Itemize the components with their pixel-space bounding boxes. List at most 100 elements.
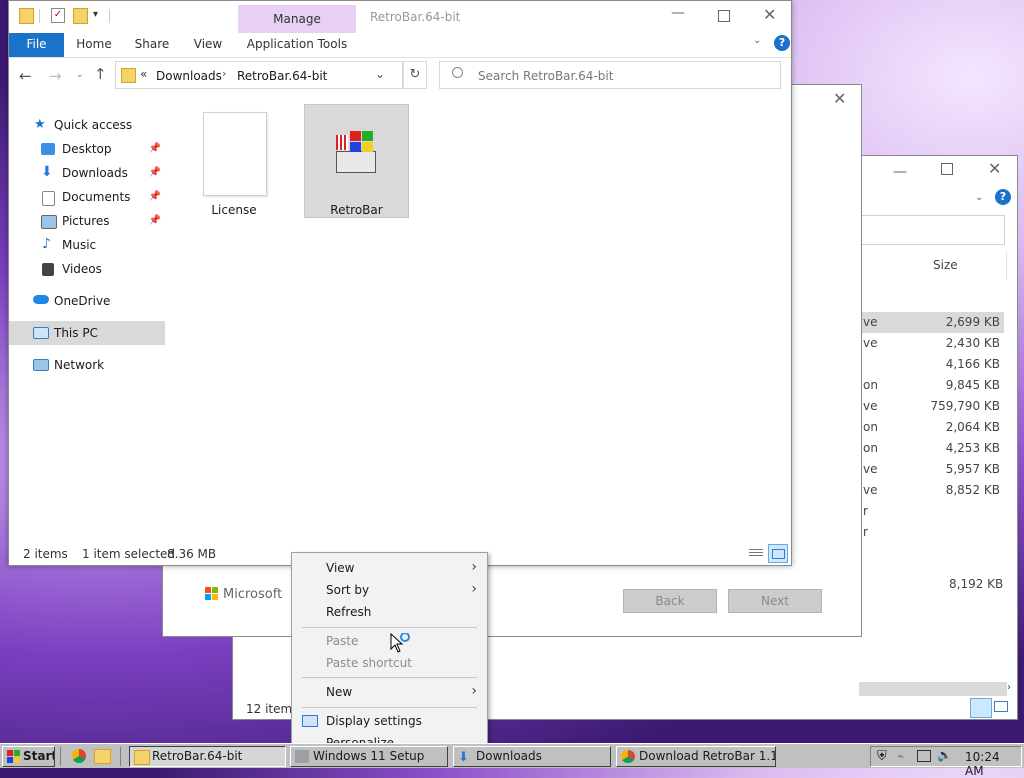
search-box[interactable]: Search RetroBar.64-bit [439,61,781,89]
refresh-icon[interactable]: ↻ [403,61,427,89]
tab-application-tools[interactable]: Application Tools [238,33,356,57]
table-row[interactable]: on 9,845 KB [859,375,1004,396]
nav-onedrive[interactable]: OneDrive [9,289,165,313]
tab-view[interactable]: View [185,33,231,57]
table-row[interactable]: ve 5,957 KB [859,459,1004,480]
minimize-icon[interactable]: — [893,164,907,180]
task-button-chrome[interactable]: Download RetroBar 1.14.1... [616,746,776,767]
task-button-downloads[interactable]: ⬇ Downloads [453,746,611,767]
setup-icon [295,750,309,763]
menu-item-refresh[interactable]: Refresh [292,601,487,623]
clock[interactable]: 10:24 AM [965,750,1021,778]
table-row[interactable]: ve 2,430 KB [859,333,1004,354]
new-folder-icon[interactable] [73,8,88,24]
divider [39,9,40,23]
close-icon[interactable]: ✕ [988,159,1001,178]
download-arrow-icon: ⬇ [41,164,53,180]
pin-icon[interactable]: 📌 [149,215,161,226]
nav-videos[interactable]: Videos [9,257,165,281]
file-size-cell: 8,852 KB [945,483,1000,497]
horizontal-scrollbar[interactable] [859,682,1007,696]
back-button[interactable]: Back [623,589,717,613]
menu-item-view[interactable]: View › [292,557,487,579]
table-row[interactable]: 4,166 KB [859,354,1004,375]
nav-label: OneDrive [54,294,111,308]
pin-icon[interactable]: 📌 [149,191,161,202]
retrobar-app-icon [336,131,378,175]
explorer-window[interactable]: ✓ ▾ Manage RetroBar.64-bit — ✕ File Home… [8,0,792,566]
nav-music[interactable]: ♪ Music [9,233,165,257]
table-row[interactable]: ve 2,699 KB [859,312,1004,333]
up-arrow-icon[interactable]: ↑ [94,65,107,83]
maximize-icon[interactable] [941,163,953,175]
breadcrumb-overflow[interactable]: « [140,67,147,81]
breadcrumb-current[interactable]: RetroBar.64-bit [237,69,327,83]
folder-icon[interactable] [94,749,111,764]
menu-label: Sort by [326,583,370,597]
file-item-retrobar[interactable]: RetroBar [304,104,409,218]
task-button-windows-setup[interactable]: Windows 11 Setup [290,746,448,767]
column-header-size[interactable]: Size [933,258,958,272]
task-button-retrobar[interactable]: RetroBar.64-bit [129,746,286,767]
search-box[interactable] [853,215,1005,245]
forward-arrow-icon[interactable]: → [49,67,62,85]
nav-quick-access[interactable]: ★ Quick access [9,113,165,137]
folder-icon [121,68,136,83]
tab-home[interactable]: Home [69,33,119,57]
minimize-icon[interactable]: — [671,5,685,21]
table-row[interactable]: on 4,253 KB [859,438,1004,459]
menu-item-new[interactable]: New › [292,681,487,703]
nav-documents[interactable]: Documents 📌 [9,185,165,209]
address-bar[interactable]: « Downloads › RetroBar.64-bit ⌄ [115,61,403,89]
system-tray: ⛨ ⌁ 🔈 10:24 AM [870,746,1022,778]
pin-icon[interactable]: 📌 [149,143,161,154]
scroll-right-icon[interactable]: › [1007,682,1011,693]
task-label: Downloads [476,749,542,763]
address-dropdown-icon[interactable]: ⌄ [375,67,385,81]
file-size-cell: 5,957 KB [945,462,1000,476]
nav-this-pc[interactable]: This PC [9,321,165,345]
breadcrumb-downloads[interactable]: Downloads [156,69,222,83]
help-icon[interactable]: ? [995,189,1011,205]
file-item-license[interactable]: License [189,104,279,218]
details-view-icon[interactable] [747,546,765,562]
file-type-cell: ve [863,315,878,329]
table-row[interactable]: on 2,064 KB [859,417,1004,438]
task-label: Download RetroBar 1.14.1... [639,749,775,763]
nav-pictures[interactable]: Pictures 📌 [9,209,165,233]
back-arrow-icon[interactable]: ← [19,67,32,85]
table-row[interactable]: ve 759,790 KB [859,396,1004,417]
start-button[interactable]: Start [2,746,55,767]
table-row[interactable]: ve 8,852 KB [859,480,1004,501]
tab-share[interactable]: Share [126,33,178,57]
tab-file[interactable]: File [9,33,64,57]
chrome-icon[interactable] [72,749,86,763]
large-icons-view-icon[interactable] [768,544,788,563]
nav-desktop[interactable]: Desktop 📌 [9,137,165,161]
properties-icon[interactable]: ✓ [51,8,65,23]
menu-item-sort-by[interactable]: Sort by › [292,579,487,601]
help-icon[interactable]: ? [774,35,790,51]
status-size: 8.36 MB [167,547,217,561]
network-icon[interactable]: ⌁ [897,749,904,763]
maximize-icon[interactable] [718,10,730,22]
chevron-down-icon[interactable]: ⌄ [753,35,761,46]
nav-network[interactable]: Network [9,353,165,377]
customize-toolbar-icon[interactable]: ▾ [93,9,98,20]
menu-item-display-settings[interactable]: Display settings [292,710,487,732]
chevron-down-icon[interactable]: ⌄ [975,192,983,203]
shield-icon[interactable]: ⛨ [877,749,887,764]
next-button[interactable]: Next [728,589,822,613]
details-view-icon[interactable] [970,698,992,718]
menu-label: View [326,561,355,575]
large-icons-view-icon[interactable] [993,698,1009,714]
nav-downloads[interactable]: ⬇ Downloads 📌 [9,161,165,185]
volume-muted-icon[interactable]: 🔈 [937,748,952,762]
pin-icon[interactable]: 📌 [149,167,161,178]
close-icon[interactable]: ✕ [763,5,776,24]
table-row[interactable]: r [859,522,1004,543]
close-icon[interactable]: ✕ [833,89,846,108]
monitor-icon[interactable] [917,750,931,762]
recent-locations-icon[interactable]: ⌄ [76,70,84,80]
table-row[interactable]: r [859,501,1004,522]
